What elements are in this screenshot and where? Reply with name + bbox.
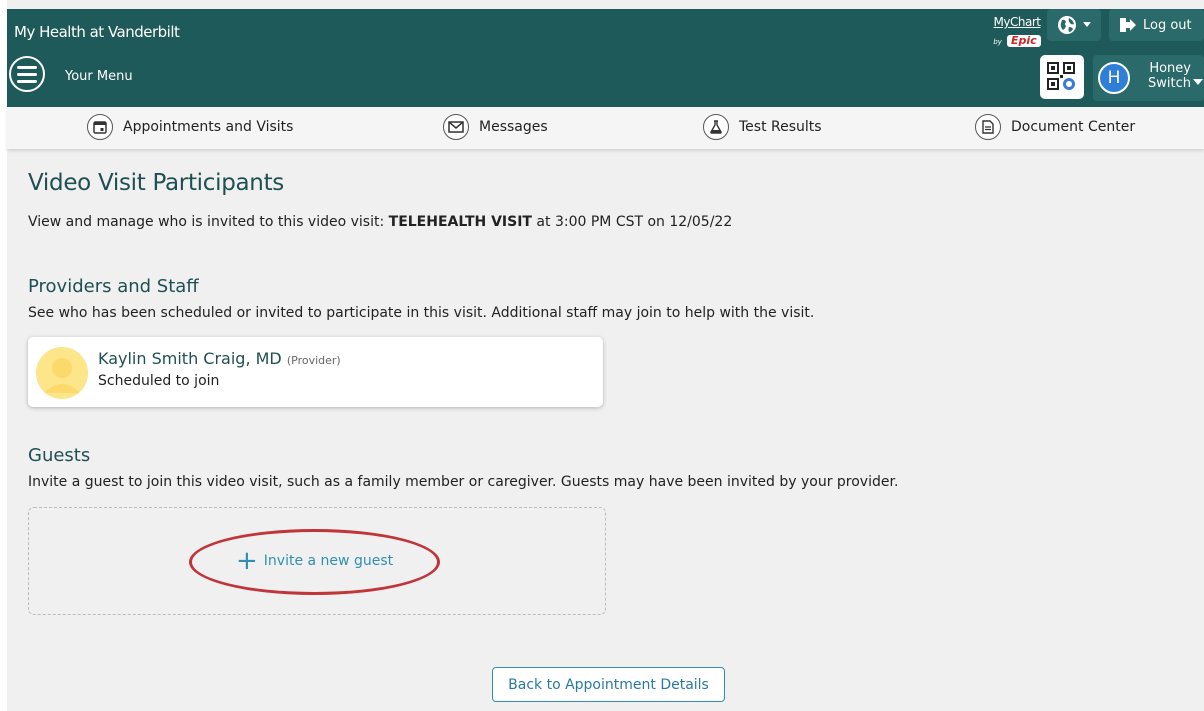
menu-label[interactable]: Your Menu [65, 69, 133, 84]
provider-role: (Provider) [286, 354, 341, 367]
visit-type: TELEHEALTH VISIT [388, 214, 532, 230]
document-icon [975, 114, 1001, 140]
flask-icon [703, 114, 729, 140]
qr-code-button[interactable] [1040, 55, 1084, 99]
subtitle-prefix: View and manage who is invited to this v… [28, 214, 389, 230]
mychart-by-text: by [993, 38, 1002, 46]
tab-label: Test Results [739, 119, 822, 135]
user-switch-button[interactable]: H Honey Switch [1093, 55, 1204, 101]
user-name-label: Honey [1149, 61, 1191, 76]
main-nav: Appointments and Visits Messages Test Re… [7, 107, 1204, 149]
provider-avatar [36, 347, 88, 399]
tab-document-center[interactable]: Document Center [975, 114, 1135, 140]
caret-down-icon [1193, 79, 1203, 85]
providers-heading: Providers and Staff [28, 276, 199, 297]
brand-title[interactable]: My Health at Vanderbilt [14, 23, 180, 41]
calendar-icon [87, 114, 113, 140]
provider-name: Kaylin Smith Craig, MD (Provider) [98, 349, 341, 368]
logout-button[interactable]: Log out [1109, 9, 1204, 41]
tab-messages[interactable]: Messages [443, 114, 548, 140]
chevron-down-icon [1083, 22, 1091, 27]
provider-name-text: Kaylin Smith Craig, MD [98, 349, 282, 368]
tab-appointments[interactable]: Appointments and Visits [87, 114, 293, 140]
tab-label: Messages [479, 119, 548, 135]
tab-label: Appointments and Visits [123, 119, 294, 135]
providers-description: See who has been scheduled or invited to… [28, 305, 815, 321]
logout-icon [1120, 18, 1136, 32]
tab-label: Document Center [1011, 119, 1136, 135]
guests-heading: Guests [28, 445, 91, 466]
left-edge [0, 0, 7, 711]
page-subtitle: View and manage who is invited to this v… [28, 214, 732, 230]
highlight-oval [189, 529, 440, 595]
hamburger-icon [17, 65, 37, 69]
epic-logo-text: Epic [1007, 35, 1041, 47]
provider-card: Kaylin Smith Craig, MD (Provider) Schedu… [28, 337, 603, 407]
menu-button[interactable] [9, 56, 45, 92]
logout-label: Log out [1143, 17, 1192, 33]
qr-code-icon [1047, 62, 1075, 90]
subtitle-suffix: at 3:00 PM CST on 12/05/22 [531, 214, 733, 230]
tab-test-results[interactable]: Test Results [703, 114, 822, 140]
page-title: Video Visit Participants [28, 170, 284, 196]
top-header: My Health at Vanderbilt Your Menu MyChar… [7, 9, 1204, 107]
envelope-icon [443, 114, 469, 140]
globe-icon [1058, 16, 1076, 34]
provider-status: Scheduled to join [98, 373, 220, 389]
switch-label: Switch [1148, 76, 1191, 91]
language-button[interactable] [1047, 9, 1101, 41]
mychart-logo-text: MyChart [993, 15, 1041, 29]
guests-description: Invite a guest to join this video visit,… [28, 474, 899, 490]
mychart-logo: MyChart by Epic [987, 15, 1047, 49]
avatar: H [1098, 62, 1130, 94]
back-to-appointment-button[interactable]: Back to Appointment Details [492, 667, 725, 702]
user-name: Honey Switch [1141, 61, 1191, 91]
